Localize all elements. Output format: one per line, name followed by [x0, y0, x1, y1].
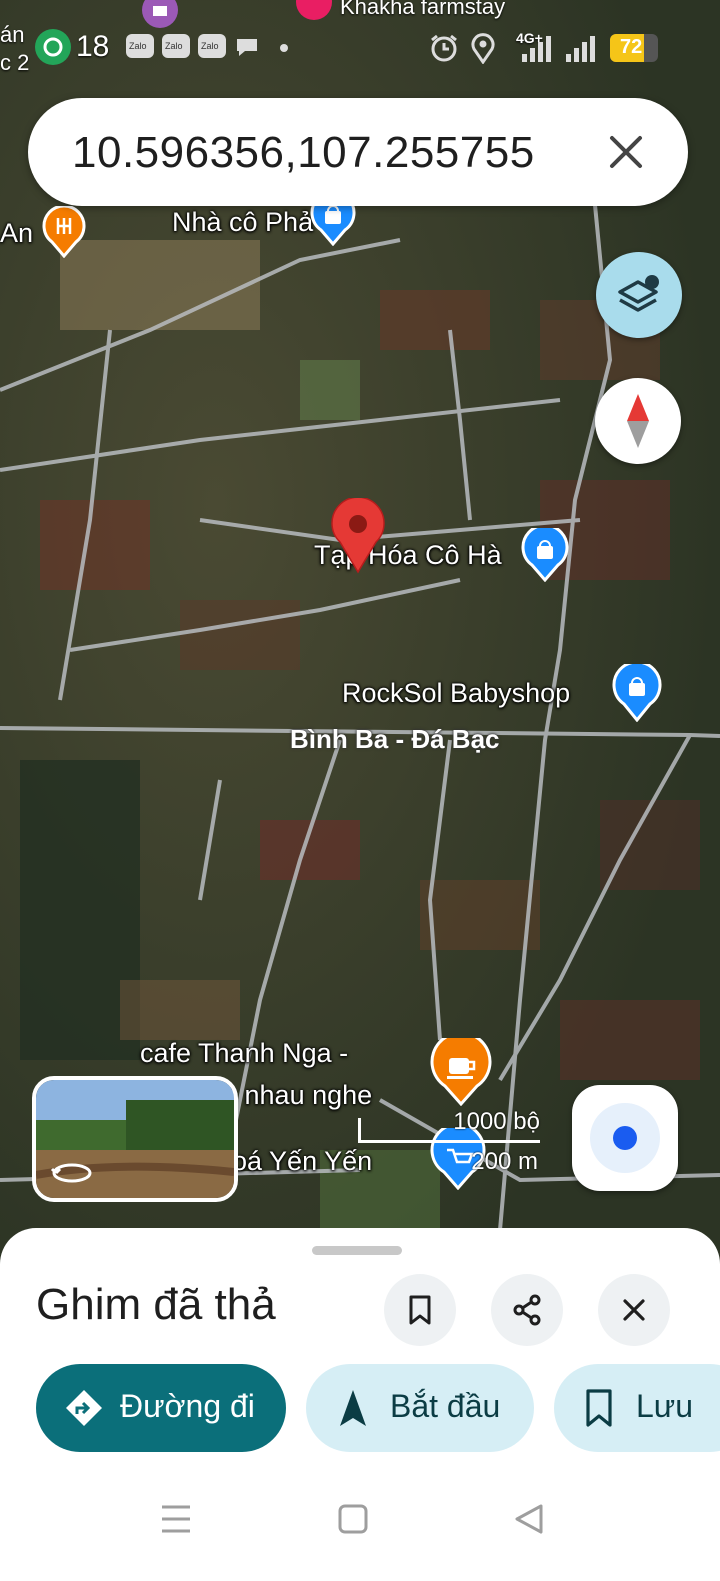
- layers-icon: [616, 272, 664, 323]
- street-view-thumbnail[interactable]: [32, 1076, 238, 1202]
- app-notification-icon: [34, 28, 72, 71]
- poi-label-nha-co-pha[interactable]: Nhà cô Phả: [172, 207, 313, 238]
- close-icon: [623, 1299, 645, 1321]
- chat-bubble-icon: [234, 36, 260, 63]
- start-navigation-button[interactable]: Bắt đầu: [306, 1364, 534, 1452]
- compass-icon: [625, 394, 651, 453]
- system-nav-bar: [0, 1460, 720, 1581]
- left-edge-text: án: [0, 22, 25, 47]
- share-button[interactable]: [491, 1274, 563, 1346]
- bookmark-icon: [409, 1295, 431, 1325]
- map-poi-top-icon: [294, 0, 334, 27]
- scale-feet: 1000 bộ: [453, 1108, 540, 1135]
- save-label: Lưu: [636, 1388, 694, 1424]
- shop-poi-icon[interactable]: [612, 660, 662, 727]
- signal-icon: [566, 36, 596, 67]
- save-place-button[interactable]: Lưu: [554, 1364, 720, 1452]
- search-bar[interactable]: 10.596356,107.255755: [28, 98, 688, 206]
- save-bookmark-button[interactable]: [384, 1274, 456, 1346]
- share-icon: [513, 1294, 541, 1326]
- zalo-icon: Zalo: [162, 34, 190, 58]
- sheet-drag-handle[interactable]: [312, 1246, 402, 1255]
- recent-apps-icon[interactable]: [160, 1504, 192, 1539]
- directions-label: Đường đi: [120, 1388, 255, 1424]
- home-icon[interactable]: [338, 1504, 368, 1539]
- top-poi-label: Khakha farmstay: [340, 0, 506, 19]
- poi-label-rocksol[interactable]: RockSol Babyshop: [342, 678, 570, 709]
- map-poi-top-icon: [140, 0, 180, 35]
- back-icon[interactable]: [514, 1504, 544, 1539]
- more-notifications-dot-icon: [280, 44, 288, 52]
- poi-label-cafe[interactable]: cafe Thanh Nga -: [140, 1038, 348, 1069]
- signal-icon: [522, 36, 552, 67]
- scale-meters: 200 m: [471, 1148, 538, 1175]
- start-label: Bắt đầu: [390, 1388, 501, 1424]
- restaurant-poi-icon[interactable]: [42, 204, 86, 263]
- sheet-title: Ghim đã thả: [36, 1280, 276, 1329]
- battery-percent: 72: [620, 36, 643, 58]
- left-edge-text-2: c 2: [0, 50, 30, 75]
- bookmark-icon: [584, 1388, 614, 1433]
- status-bar: án c 2 18 Zalo Zalo Zalo Khakha farmstay…: [0, 0, 720, 90]
- close-sheet-button[interactable]: [598, 1274, 670, 1346]
- zalo-icon: Zalo: [126, 34, 154, 58]
- search-query[interactable]: 10.596356,107.255755: [72, 128, 535, 178]
- close-icon[interactable]: [604, 130, 648, 174]
- scale-bar: 1000 bộ 200 m: [358, 1108, 542, 1175]
- my-location-icon: [590, 1103, 660, 1173]
- location-icon: [470, 32, 496, 69]
- poi-label-yen[interactable]: oá Yến Yến: [232, 1146, 372, 1177]
- directions-icon: [64, 1388, 104, 1433]
- compass-button[interactable]: [595, 378, 681, 464]
- directions-button[interactable]: Đường đi: [36, 1364, 286, 1452]
- my-location-button[interactable]: [572, 1085, 678, 1191]
- scale-line: [358, 1140, 540, 1143]
- layers-button[interactable]: [596, 252, 682, 338]
- scale-tick: [358, 1118, 361, 1143]
- clock: 18: [76, 30, 110, 63]
- poi-label-an[interactable]: An: [0, 218, 33, 249]
- zalo-icon: Zalo: [198, 34, 226, 58]
- cafe-poi-icon[interactable]: [430, 1031, 492, 1111]
- alarm-icon: [428, 32, 460, 69]
- road-label: Bình Ba - Đá Bạc: [290, 724, 500, 754]
- navigation-arrow-icon: [338, 1388, 368, 1433]
- battery-icon: 72: [610, 34, 658, 62]
- rotate-360-icon: [50, 1160, 94, 1191]
- dropped-pin-icon[interactable]: [330, 496, 386, 579]
- shop-poi-icon[interactable]: [521, 523, 569, 587]
- poi-label-cafe-line2[interactable]: o nhau nghe: [222, 1080, 372, 1111]
